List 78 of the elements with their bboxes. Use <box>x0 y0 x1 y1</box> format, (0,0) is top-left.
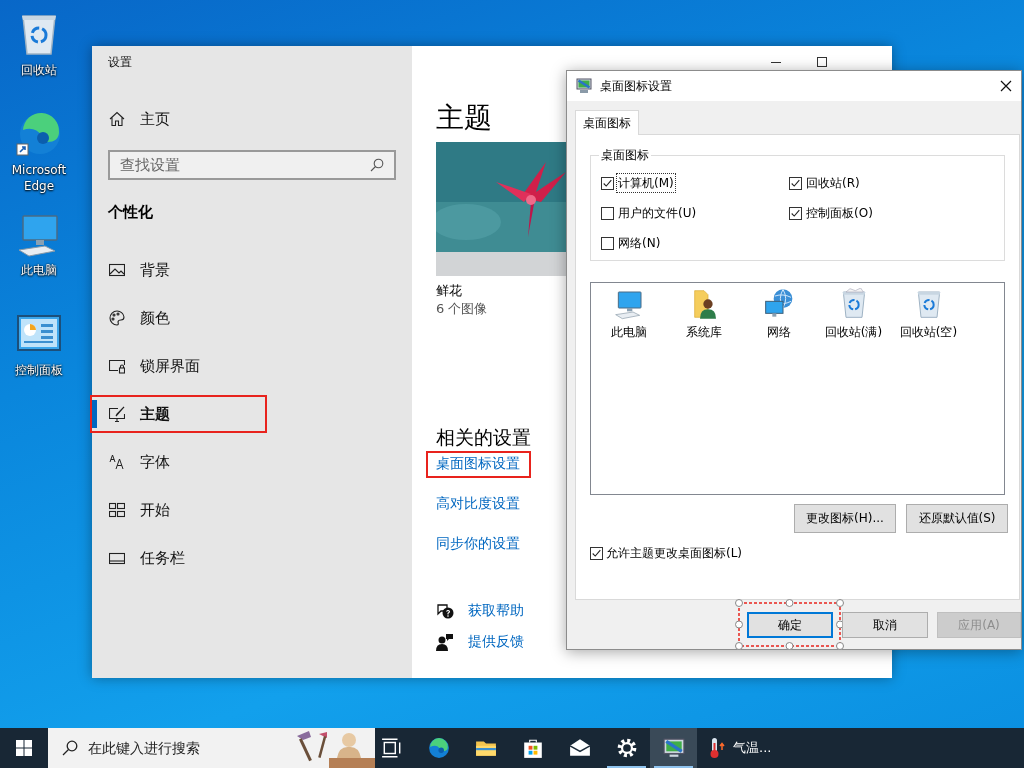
sidebar-item[interactable]: 锁屏界面 <box>140 356 200 376</box>
icon-label[interactable]: 系统库 <box>685 324 722 340</box>
search-icon <box>62 740 78 756</box>
font-icon <box>109 454 125 470</box>
minimize-icon[interactable] <box>771 61 781 63</box>
checkbox[interactable] <box>601 206 614 220</box>
mail-icon[interactable] <box>568 737 591 759</box>
checkbox-label[interactable]: 网络(N) <box>616 233 663 253</box>
home-icon <box>109 111 125 127</box>
edge-icon <box>15 110 63 158</box>
monitor-icon <box>576 78 592 94</box>
checkbox[interactable] <box>590 547 603 560</box>
checkbox-label[interactable]: 计算机(M) <box>616 173 676 193</box>
close-icon[interactable] <box>1000 80 1012 92</box>
help-link[interactable]: 提供反馈 <box>468 633 524 651</box>
settings-link[interactable]: 高对比度设置 <box>436 495 520 513</box>
desktop-icon-label[interactable]: 控制面板 <box>2 362 76 378</box>
window-title: 设置 <box>108 53 132 71</box>
settings-link[interactable]: 同步你的设置 <box>436 535 520 553</box>
checkbox-label[interactable]: 回收站(R) <box>804 173 862 193</box>
windows-logo-icon[interactable] <box>16 740 32 756</box>
desktop-icon-label[interactable]: 回收站 <box>2 62 76 78</box>
weather-label[interactable]: 气温... <box>733 739 772 757</box>
page-heading: 主题 <box>436 100 492 136</box>
sidebar-item[interactable]: 任务栏 <box>140 548 185 568</box>
task-view-icon[interactable] <box>380 737 403 759</box>
help-chat-icon <box>436 602 454 620</box>
sidebar-item[interactable]: 背景 <box>140 260 170 280</box>
help-link[interactable]: 获取帮助 <box>468 602 524 620</box>
sidebar-item[interactable]: 颜色 <box>140 308 170 328</box>
sidebar-item[interactable]: 字体 <box>140 452 170 472</box>
desktop-icon-label[interactable]: 此电脑 <box>2 262 76 278</box>
sidebar-item[interactable]: 开始 <box>140 500 170 520</box>
monitor-icon[interactable] <box>662 737 685 759</box>
settings-link[interactable]: 桌面图标设置 <box>436 455 520 473</box>
tab[interactable]: 桌面图标 <box>575 110 639 135</box>
checkbox[interactable] <box>789 176 802 190</box>
settings-icon[interactable] <box>615 737 638 759</box>
start-menu-icon <box>109 502 125 518</box>
lock-screen-icon <box>109 358 125 374</box>
icon-label[interactable]: 网络 <box>766 324 791 340</box>
shopping-bag-icon[interactable] <box>521 737 544 759</box>
theme-name: 鲜花 <box>436 282 462 300</box>
group-label: 桌面图标 <box>600 147 650 163</box>
icon-label[interactable]: 回收站(空) <box>899 324 958 340</box>
dialog-button[interactable]: 确定 <box>747 612 833 638</box>
search-field[interactable]: 查找设置 <box>108 150 396 180</box>
dialog-title: 桌面图标设置 <box>600 77 673 95</box>
checkbox[interactable] <box>601 176 614 190</box>
maximize-icon[interactable] <box>817 57 827 67</box>
checkbox-label[interactable]: 允许主题更改桌面图标(L) <box>606 545 743 562</box>
search-input[interactable]: 在此键入进行搜索 <box>88 736 279 760</box>
checkbox-label[interactable]: 控制面板(O) <box>804 203 875 223</box>
checkbox-label[interactable]: 用户的文件(U) <box>616 203 699 223</box>
network-icon <box>762 288 795 320</box>
checkbox[interactable] <box>601 236 614 250</box>
taskbar-button[interactable] <box>650 728 697 768</box>
desktop-icon-label[interactable]: Microsoft Edge <box>2 162 76 194</box>
icon-label[interactable]: 回收站(满) <box>824 324 883 340</box>
computer-icon <box>612 288 645 320</box>
icon-button[interactable]: 更改图标(H)... <box>794 504 896 533</box>
icon-button[interactable]: 还原默认值(S) <box>906 504 1008 533</box>
section-heading: 相关的设置 <box>436 425 531 450</box>
dialog-button[interactable]: 取消 <box>842 612 928 638</box>
theme-icon <box>109 406 125 422</box>
home-link[interactable]: 主页 <box>140 109 170 129</box>
icon-label[interactable]: 此电脑 <box>610 324 647 340</box>
feedback-icon <box>436 633 454 651</box>
taskbar-search-field[interactable]: 在此键入进行搜索 <box>48 728 375 768</box>
palette-icon <box>109 310 125 326</box>
search-icon <box>370 158 384 172</box>
sidebar-item[interactable]: 主题 <box>140 404 170 424</box>
section-heading: 个性化 <box>108 202 154 223</box>
image-count: 6 个图像 <box>436 300 488 318</box>
taskbar-icon <box>109 550 125 566</box>
picture-icon <box>109 262 125 278</box>
edge-icon[interactable] <box>427 737 450 759</box>
checkbox[interactable] <box>789 206 802 220</box>
